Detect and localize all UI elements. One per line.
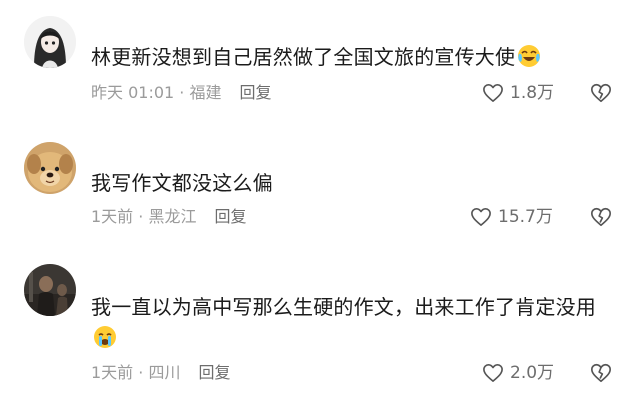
comment-text-content: 林更新没想到自己居然做了全国文旅的宣传大使 xyxy=(91,45,516,69)
comment-text: 林更新没想到自己居然做了全国文旅的宣传大使 xyxy=(91,42,620,77)
comment-text-content: 我一直以为高中写那么生硬的作文，出来工作了肯定没用 xyxy=(91,295,596,319)
heart-outline-icon xyxy=(483,84,503,102)
crying-emoji-icon xyxy=(93,325,117,358)
reply-button[interactable]: 回复 xyxy=(214,207,246,226)
broken-heart-icon xyxy=(591,83,611,103)
reply-button[interactable]: 回复 xyxy=(198,363,230,382)
dislike-button[interactable] xyxy=(590,206,612,228)
heart-outline-icon xyxy=(483,364,503,382)
avatar[interactable] xyxy=(24,264,76,316)
avatar[interactable] xyxy=(24,142,76,194)
dislike-button[interactable] xyxy=(590,362,612,384)
comment-item: 我写作文都没这么偏 1天前 · 黑龙江 回复 15.7万 xyxy=(0,120,640,250)
comment-meta: 昨天 01:01 · 福建 回复 xyxy=(91,83,271,103)
broken-heart-icon xyxy=(591,363,611,383)
like-count: 2.0万 xyxy=(510,363,555,383)
comment-text: 我写作文都没这么偏 xyxy=(91,168,620,199)
comment-meta: 1天前 · 四川 回复 xyxy=(91,363,230,383)
like-count: 1.8万 xyxy=(510,83,555,103)
comment-text-content: 我写作文都没这么偏 xyxy=(91,171,273,195)
like-button[interactable]: 2.0万 xyxy=(482,363,554,383)
dislike-button[interactable] xyxy=(590,82,612,104)
time-location: 昨天 01:01 · 福建 xyxy=(91,83,222,102)
comment-item: 林更新没想到自己居然做了全国文旅的宣传大使 昨天 01:01 · 福建 回复 1.… xyxy=(0,0,640,120)
comment-item: 我一直以为高中写那么生硬的作文，出来工作了肯定没用 1天前 · 四川 回复 2.0… xyxy=(0,250,640,401)
like-button[interactable]: 15.7万 xyxy=(470,207,553,227)
reply-button[interactable]: 回复 xyxy=(239,83,271,102)
comment-text: 我一直以为高中写那么生硬的作文，出来工作了肯定没用 xyxy=(91,292,620,358)
like-count: 15.7万 xyxy=(498,207,553,227)
like-button[interactable]: 1.8万 xyxy=(482,83,554,103)
avatar[interactable] xyxy=(24,16,76,68)
laugh-cry-emoji-icon xyxy=(517,44,541,77)
time-location: 1天前 · 黑龙江 xyxy=(91,207,197,226)
heart-outline-icon xyxy=(471,208,491,226)
time-location: 1天前 · 四川 xyxy=(91,363,181,382)
comment-meta: 1天前 · 黑龙江 回复 xyxy=(91,207,246,227)
broken-heart-icon xyxy=(591,207,611,227)
